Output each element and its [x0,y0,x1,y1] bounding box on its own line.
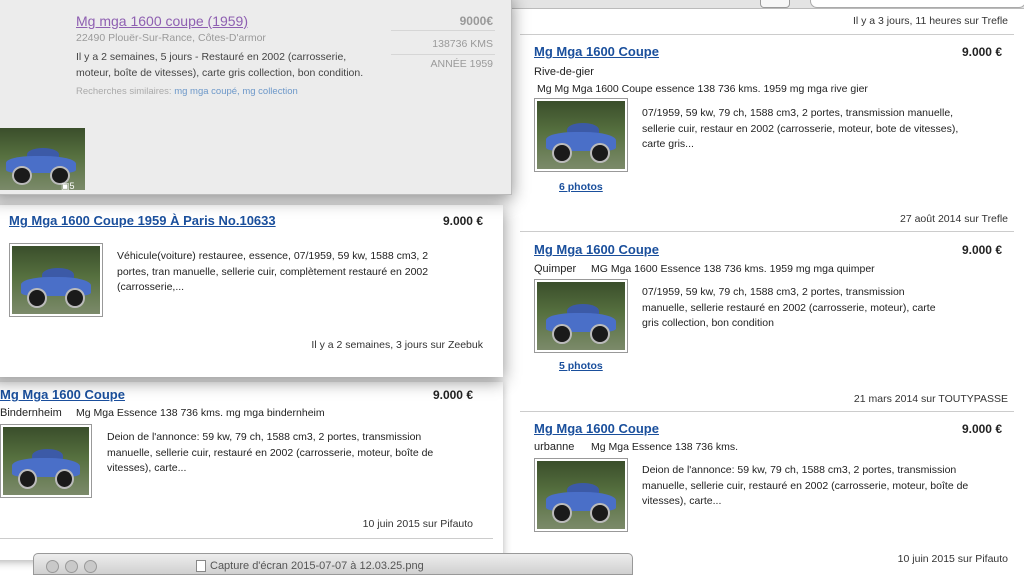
listing-location: 22490 Plouër-Sur-Rance, Côtes-D'armor [76,32,266,44]
car-photo[interactable] [534,98,628,172]
listing-location: urbanne [534,441,575,453]
car-photo[interactable] [0,424,92,498]
listing-title-link[interactable]: Mg Mga 1600 Coupe [534,421,659,436]
car-photo[interactable] [534,458,628,532]
listing-source: Il y a 2 semaines, 3 jours sur Zeebuk [311,339,483,351]
listing-description: Il y a 2 semaines, 5 jours - Restauré en… [76,51,364,79]
listing-source: 10 juin 2015 sur Pifauto [897,553,1008,565]
listing-kms: 138736 KMS [432,38,493,50]
listing-title-link[interactable]: Mg mga 1600 coupe (1959) [76,13,248,29]
listing-price: 9.000 € [961,422,1002,436]
listing-source: Il y a 3 jours, 11 heures sur Trefle [852,15,1008,27]
listing-description: 07/1959, 59 kw, 79 ch, 1588 cm3, 2 porte… [642,286,936,329]
similar-searches: Recherches similaires: mg mga coupé, mg … [76,84,298,100]
listing-window-gray: Mg mga 1600 coupe (1959) 9000€ 22490 Plo… [0,0,512,195]
listing-subtitle: Mg Mga Essence 138 736 kms. mg mga binde… [76,407,325,419]
document-icon [196,560,206,572]
divider [520,231,1014,232]
car-photo[interactable] [9,243,103,317]
listing-title-link[interactable]: Mg Mga 1600 Coupe [534,44,659,59]
listing-year: ANNÉE 1959 [430,58,493,70]
listing-price: 9.000 € [442,214,483,228]
listing-subtitle: Mg Mg Mga 1600 Coupe essence 138 736 kms… [537,83,868,95]
divider [391,30,495,31]
listing-source: 27 août 2014 sur Trefle [900,213,1008,225]
listing-price: 9000€ [459,14,493,28]
listing-source: 10 juin 2015 sur Pifauto [362,518,473,530]
listing-window-bindernheim: Mg Mga 1600 Coupe 9.000 € Bindernheim Mg… [0,382,503,560]
listing-description: 07/1959, 59 kw, 79 ch, 1588 cm3, 2 porte… [642,107,959,150]
photo-count: 5 [69,181,75,191]
divider [391,54,495,55]
listing-description: Véhicule(voiture) restauree, essence, 07… [117,250,429,293]
photo-count-badge: ▣5 [61,179,75,194]
toolbar-button[interactable] [760,0,790,8]
listing-title-link[interactable]: Mg Mga 1600 Coupe [0,387,125,402]
listing-price: 9.000 € [961,243,1002,257]
photos-link[interactable]: 6 photos [559,181,603,193]
listing-subtitle: MG Mga 1600 Essence 138 736 kms. 1959 mg… [591,263,875,275]
listing-subtitle: Mg Mga Essence 138 736 kms. [591,441,739,453]
listing-price: 9.000 € [432,388,473,402]
search-field[interactable] [810,0,1024,8]
divider [520,411,1014,412]
similar-searches-links[interactable]: mg mga coupé, mg collection [174,86,298,97]
divider [0,538,493,539]
listing-description: Deion de l'annonce: 59 kw, 79 ch, 1588 c… [642,464,969,507]
listing-source: 21 mars 2014 sur TOUTYPASSE [853,393,1008,405]
photos-link[interactable]: 5 photos [559,360,603,372]
listing-description: Deion de l'annonce: 59 kw, 79 ch, 1588 c… [107,431,434,474]
similar-searches-label: Recherches similaires: [76,86,172,97]
car-photo[interactable] [534,279,628,353]
right-results-page: Il y a 3 jours, 11 heures sur Trefle Mg … [510,0,1024,567]
listing-window-paris: Mg Mga 1600 Coupe 1959 À Paris No.10633 … [0,205,503,377]
listing-location: Bindernheim [0,407,62,419]
preview-window: Capture d'écran 2015-07-07 à 12.03.25.pn… [33,553,633,575]
listing-title-link[interactable]: Mg Mga 1600 Coupe 1959 À Paris No.10633 [9,213,276,228]
divider [520,34,1014,35]
listing-location: Quimper [534,263,577,275]
listing-price: 9.000 € [961,45,1002,59]
camera-icon: ▣ [61,181,70,191]
listing-location: Rive-de-gier [534,66,594,78]
listing-title-link[interactable]: Mg Mga 1600 Coupe [534,242,659,257]
